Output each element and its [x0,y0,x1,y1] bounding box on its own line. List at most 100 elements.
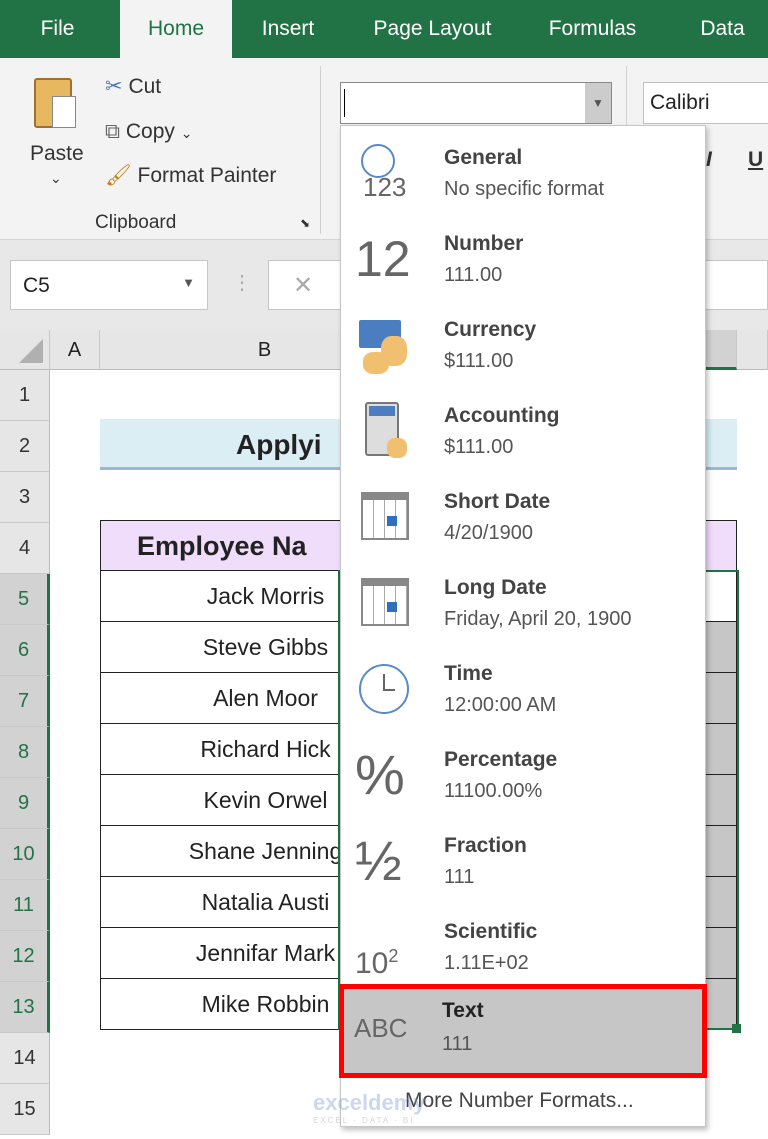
format-sample: 11100.00% [444,780,543,802]
format-sample: 4/20/1900 [444,522,533,544]
format-title: Text [442,999,484,1022]
clipboard-group-label: Clipboard [95,212,177,233]
column-header-d[interactable] [737,330,768,370]
format-sample: 12:00:00 AM [444,694,557,716]
tab-page-layout[interactable]: Page Layout [355,0,510,58]
chevron-down-icon[interactable]: ▼ [182,275,195,290]
format-sample: 1.11E+02 [444,952,529,974]
scissors-icon: ✂ [105,75,123,98]
name-box[interactable]: C5 ▼ [10,260,208,310]
row-header-14[interactable]: 14 [0,1033,50,1084]
scientific-icon: 102 [355,946,399,980]
format-title: Number [444,232,524,255]
divider [320,66,321,234]
chevron-down-icon: ⌄ [180,125,193,141]
copy-button[interactable]: ⧉ Copy ⌄ [105,120,192,144]
title-text: Applyi [236,429,322,460]
format-item-number[interactable]: 12 Number 111.00 [341,216,705,302]
format-item-currency[interactable]: Currency $111.00 [341,302,705,388]
cut-label: Cut [128,75,162,98]
tab-home[interactable]: Home [120,0,232,58]
format-sample: No specific format [444,178,605,200]
paste-label: Paste [30,142,84,165]
format-item-scientific[interactable]: 102 Scientific 1.11E+02 [341,904,705,990]
percent-icon: % [355,743,405,806]
format-title: Short Date [444,490,551,513]
format-title: Accounting [444,404,560,427]
format-item-text[interactable]: ABC Text 111 [339,984,707,1078]
format-sample: $111.00 [444,350,514,372]
format-item-percentage[interactable]: % Percentage 11100.00% [341,732,705,818]
tab-formulas[interactable]: Formulas [535,0,650,58]
format-painter-button[interactable]: 🖌 Format Painter [105,164,276,188]
format-item-general[interactable]: 123 General No specific format [341,130,705,216]
clock-icon [355,658,415,720]
format-sample: $111.00 [444,436,514,458]
format-sample: 111 [444,866,475,888]
brush-icon: 🖌 [105,164,132,187]
more-icon: ⋮ [232,272,252,294]
currency-icon [355,314,415,376]
chevron-down-icon[interactable]: ▼ [585,83,611,123]
accounting-icon [355,400,415,462]
row-header-13[interactable]: 13 [0,982,50,1033]
clock-123-icon: 123 [355,142,415,204]
format-sample: 111 [442,1033,473,1055]
text-caret [344,89,345,117]
select-all-button[interactable] [0,330,50,370]
chevron-down-icon: ⌄ [50,170,62,186]
tab-data[interactable]: Data [690,0,755,58]
row-header-4[interactable]: 4 [0,523,50,574]
italic-button[interactable]: I [706,148,712,172]
row-header-9[interactable]: 9 [0,778,50,829]
format-title: Percentage [444,748,558,771]
font-name-input[interactable]: Calibri [643,82,768,124]
format-item-fraction[interactable]: ½ Fraction 111 [341,818,705,904]
tab-insert[interactable]: Insert [248,0,328,58]
fill-handle[interactable] [732,1024,741,1033]
format-title: Fraction [444,834,527,857]
column-header-a[interactable]: A [50,330,100,370]
format-title: General [444,146,523,169]
paste-button[interactable]: Paste ⌄ [28,74,88,194]
row-header-12[interactable]: 12 [0,931,50,982]
format-title: Time [444,662,493,685]
row-header-8[interactable]: 8 [0,727,50,778]
abc-icon: ABC [354,1013,408,1043]
underline-button[interactable]: U [748,148,763,172]
number-12-icon: 12 [355,231,411,287]
row-header-7[interactable]: 7 [0,676,50,727]
format-item-time[interactable]: Time 12:00:00 AM [341,646,705,732]
row-header-3[interactable]: 3 [0,472,50,523]
tab-file[interactable]: File [20,0,95,58]
more-number-formats-link[interactable]: More Number Formats... [405,1089,634,1113]
format-item-long-date[interactable]: Long Date Friday, April 20, 1900 [341,560,705,646]
row-header-2[interactable]: 2 [0,421,50,472]
watermark-tag: EXCEL · DATA · BI [313,1116,415,1125]
format-title: Long Date [444,576,547,599]
number-format-dropdown: 123 General No specific format 12 Number 111.… [313,125,707,1127]
clipboard-icon [34,78,76,128]
cut-button[interactable]: ✂ Cut [105,74,161,99]
format-title: Currency [444,318,537,341]
dialog-launcher-icon[interactable]: ⬊ [300,216,310,230]
fraction-icon: ½ [355,829,402,892]
row-header-6[interactable]: 6 [0,625,50,676]
format-item-accounting[interactable]: Accounting $111.00 [341,388,705,474]
format-item-short-date[interactable]: Short Date 4/20/1900 [341,474,705,560]
row-header-10[interactable]: 10 [0,829,50,880]
row-header-11[interactable]: 11 [0,880,50,931]
name-box-value: C5 [23,274,50,297]
row-header-15[interactable]: 15 [0,1084,50,1135]
copy-icon: ⧉ [105,120,120,143]
cancel-icon[interactable]: ✕ [293,271,313,300]
format-sample: Friday, April 20, 1900 [444,608,632,630]
copy-label: Copy [125,120,175,143]
row-header-5[interactable]: 5 [0,574,50,625]
number-format-combobox[interactable]: ▼ [340,82,612,124]
format-painter-label: Format Painter [137,164,277,187]
format-title: Scientific [444,920,538,943]
calendar-icon [355,486,415,548]
row-header-1[interactable]: 1 [0,370,50,421]
watermark-name: exceldemy [313,1090,426,1115]
